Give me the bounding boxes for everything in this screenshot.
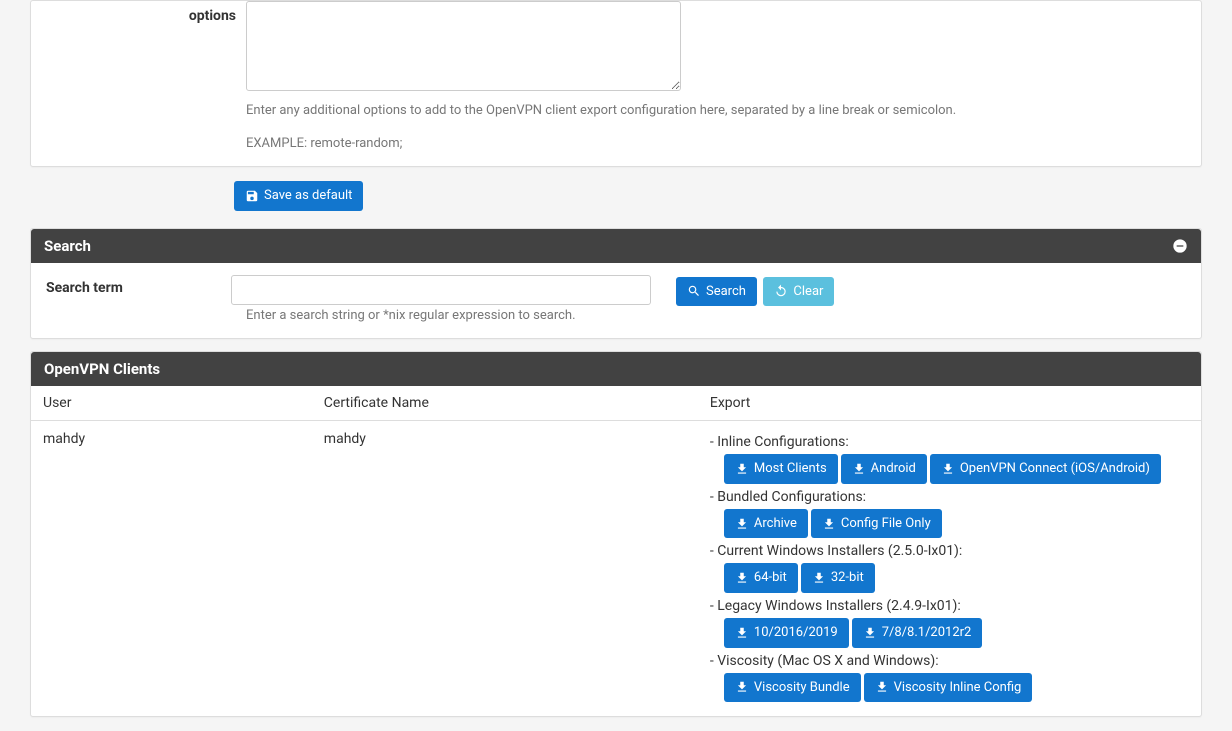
search-input[interactable] xyxy=(231,275,651,305)
download-button[interactable]: Viscosity Bundle xyxy=(724,673,861,703)
download-button[interactable]: Archive xyxy=(724,509,808,539)
col-export: Export xyxy=(698,386,1201,421)
download-button-label: Archive xyxy=(754,516,797,532)
col-cert: Certificate Name xyxy=(312,386,698,421)
search-term-label: Search term xyxy=(46,275,231,296)
download-button-label: 64-bit xyxy=(754,570,787,586)
clear-button-label: Clear xyxy=(793,284,823,300)
export-button-row: Archive Config File Only xyxy=(724,507,1189,541)
download-icon xyxy=(735,571,749,585)
additional-options-label: options xyxy=(46,1,246,95)
download-button[interactable]: 32-bit xyxy=(801,563,875,593)
download-icon xyxy=(863,626,877,640)
download-button-label: Viscosity Bundle xyxy=(754,680,850,696)
export-group-label: Inline Configurations: xyxy=(710,434,1189,450)
download-icon xyxy=(852,462,866,476)
export-button-row: Most Clients Android OpenVPN Connect (iOS/… xyxy=(724,452,1189,486)
download-button-label: 7/8/8.1/2012r2 xyxy=(882,625,972,641)
download-button[interactable]: 64-bit xyxy=(724,563,798,593)
download-button[interactable]: Viscosity Inline Config xyxy=(864,673,1033,703)
download-button[interactable]: Android xyxy=(841,454,927,484)
download-button[interactable]: Most Clients xyxy=(724,454,838,484)
download-button-label: Viscosity Inline Config xyxy=(894,680,1022,696)
export-group-label: Current Windows Installers (2.5.0-Ix01): xyxy=(710,543,1189,559)
clients-panel-header: OpenVPN Clients xyxy=(31,352,1201,386)
cell-export: Inline Configurations: Most Clients Androi… xyxy=(698,421,1201,716)
additional-options-help-2: EXAMPLE: remote-random; xyxy=(246,136,1171,151)
cell-cert: mahdy xyxy=(312,421,698,716)
clear-button[interactable]: Clear xyxy=(763,277,834,307)
save-icon xyxy=(245,189,259,203)
download-button[interactable]: 10/2016/2019 xyxy=(724,618,849,648)
download-icon xyxy=(735,680,749,694)
download-icon xyxy=(735,626,749,640)
download-button[interactable]: Config File Only xyxy=(811,509,942,539)
download-button-label: Most Clients xyxy=(754,461,827,477)
additional-options-panel: options Enter any additional options to … xyxy=(30,0,1202,167)
search-panel: Search Search term Search Clear Enter a … xyxy=(30,228,1202,340)
download-button-label: Config File Only xyxy=(841,516,931,532)
export-button-row: 10/2016/2019 7/8/8.1/2012r2 xyxy=(724,616,1189,650)
save-as-default-button[interactable]: Save as default xyxy=(234,181,363,211)
search-panel-title: Search xyxy=(44,237,91,255)
download-button-label: 10/2016/2019 xyxy=(754,625,838,641)
openvpn-clients-panel: OpenVPN Clients User Certificate Name Ex… xyxy=(30,351,1202,717)
col-user: User xyxy=(31,386,312,421)
export-group-label: Bundled Configurations: xyxy=(710,489,1189,505)
download-button[interactable]: 7/8/8.1/2012r2 xyxy=(852,618,983,648)
download-icon xyxy=(735,517,749,531)
download-icon xyxy=(875,680,889,694)
additional-options-textarea[interactable] xyxy=(246,1,681,91)
save-button-label: Save as default xyxy=(264,188,352,204)
download-icon xyxy=(735,462,749,476)
download-button-label: 32-bit xyxy=(831,570,864,586)
clients-panel-title: OpenVPN Clients xyxy=(44,360,160,378)
search-button[interactable]: Search xyxy=(676,277,757,307)
search-help-text: Enter a search string or *nix regular ex… xyxy=(231,308,1201,338)
export-group-label: Viscosity (Mac OS X and Windows): xyxy=(710,653,1189,669)
export-button-row: 64-bit 32-bit xyxy=(724,561,1189,595)
download-icon xyxy=(822,517,836,531)
clients-table-header-row: User Certificate Name Export xyxy=(31,386,1201,421)
undo-icon xyxy=(774,284,788,298)
export-button-row: Viscosity Bundle Viscosity Inline Config xyxy=(724,671,1189,705)
download-icon xyxy=(812,571,826,585)
download-button[interactable]: OpenVPN Connect (iOS/Android) xyxy=(930,454,1161,484)
clients-table: User Certificate Name Export mahdymahdyI… xyxy=(31,386,1201,716)
search-icon xyxy=(687,284,701,298)
export-group-label: Legacy Windows Installers (2.4.9-Ix01): xyxy=(710,598,1189,614)
additional-options-help-1: Enter any additional options to add to t… xyxy=(246,103,1171,118)
cell-user: mahdy xyxy=(31,421,312,716)
download-button-label: OpenVPN Connect (iOS/Android) xyxy=(960,461,1150,477)
collapse-icon[interactable] xyxy=(1172,238,1188,254)
download-icon xyxy=(941,462,955,476)
search-panel-header: Search xyxy=(31,229,1201,263)
search-button-label: Search xyxy=(706,284,746,300)
table-row: mahdymahdy Inline Configurations: Most Cli… xyxy=(31,421,1201,716)
download-button-label: Android xyxy=(871,461,916,477)
